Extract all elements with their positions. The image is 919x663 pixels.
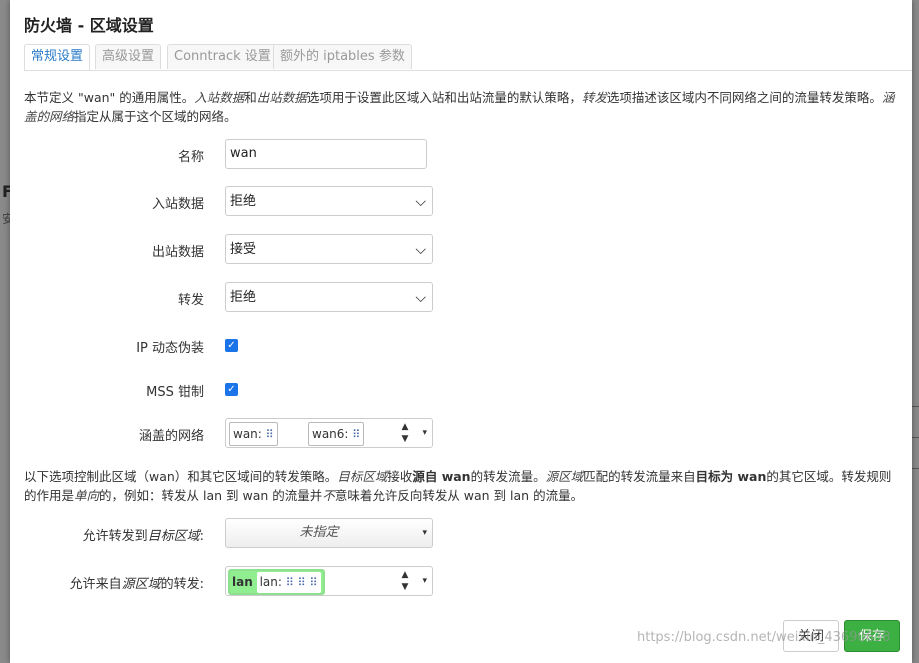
desc-text: 选项用于设置此区域入站和出站流量的默认策略， — [306, 90, 582, 105]
network-icon: ⠿ — [297, 575, 306, 589]
desc-text: 意味着允许反向转发从 wan 到 lan 的流量。 — [334, 488, 584, 503]
chip-label: wan: — [233, 427, 262, 441]
network-icon: ⠿ — [285, 575, 294, 589]
chevron-down-icon: ⌵ — [415, 194, 426, 210]
desc-em: 转发 — [581, 90, 607, 105]
covered-networks-select[interactable]: wan: ⠿ wan6: ⠿ ▲ ▼ ▾ — [225, 418, 433, 448]
dialog-title: 防火墙 - 区域设置 — [24, 16, 154, 35]
spinner-arrows[interactable]: ▲ ▼ — [398, 421, 412, 445]
desc-strong: 目标为 wan — [695, 469, 767, 484]
desc-text: 本节定义 "wan" 的通用属性。 — [24, 90, 195, 105]
tab-general[interactable]: 常规设置 — [24, 44, 91, 70]
desc-em: 入站数据 — [194, 90, 245, 105]
desc-text: 和 — [244, 90, 257, 105]
desc-text: 的，例如：转发从 lan 到 wan 的流量并 — [99, 488, 323, 503]
arrow-down-icon: ▼ — [401, 434, 409, 444]
input-policy-select[interactable]: 拒绝 ⌵ — [225, 186, 433, 216]
chip-label: wan6: — [312, 427, 349, 441]
label-text: 允许转发到 — [82, 529, 148, 544]
name-label: 名称 — [177, 150, 204, 165]
arrow-up-icon: ▲ — [401, 422, 409, 432]
desc-text: 选项描述该区域内不同网络之间的流量转发策略。 — [606, 90, 882, 105]
network-label: lan: — [259, 575, 282, 589]
forward-to-zones-select[interactable]: 未指定 ▾ — [225, 518, 433, 548]
covered-networks-label: 涵盖的网络 — [138, 429, 204, 444]
zone-settings-dialog: 防火墙 - 区域设置 常规设置 高级设置 Conntrack 设置 额外的 ip… — [10, 0, 912, 663]
masquerade-checkbox[interactable]: ✓ — [225, 339, 238, 352]
desc-text: 接收 — [387, 469, 413, 484]
label-em: 目标区域 — [147, 529, 200, 544]
desc-em: 目标区域 — [337, 469, 388, 484]
arrow-up-icon: ▲ — [401, 570, 409, 580]
watermark: https://blog.csdn.net/weixin_43690638 — [637, 630, 891, 645]
dropdown-caret-icon[interactable]: ▾ — [422, 419, 427, 447]
network-icon: ⠿ — [265, 427, 274, 441]
tab-extra-iptables[interactable]: 额外的 iptables 参数 — [273, 44, 412, 69]
network-chip-wan[interactable]: wan: ⠿ — [229, 422, 278, 446]
network-chip-wan6[interactable]: wan6: ⠿ — [308, 422, 365, 446]
forwarding-description: 以下选项控制此区域（wan）和其它区域间的转发策略。目标区域接收源自 wan的转… — [24, 467, 900, 505]
network-icon: ⠿ — [309, 575, 318, 589]
desc-em: 出站数据 — [256, 90, 307, 105]
input-policy-value: 拒绝 — [230, 194, 257, 209]
desc-em: 不 — [322, 488, 335, 503]
desc-text: 匹配的转发流量来自 — [583, 469, 696, 484]
zone-chip-lan[interactable]: lan lan: ⠿ ⠿ ⠿ — [228, 569, 325, 595]
label-em: 源区域 — [121, 577, 161, 592]
tab-advanced[interactable]: 高级设置 — [95, 44, 162, 69]
zone-name: lan — [232, 575, 253, 589]
tab-conntrack[interactable]: Conntrack 设置 — [167, 44, 278, 69]
check-icon: ✓ — [227, 384, 236, 395]
desc-text: 的转发流量。 — [470, 469, 546, 484]
forward-from-label: 允许来自源区域的转发: — [70, 573, 204, 592]
dropdown-caret-icon: ▾ — [422, 528, 427, 538]
mss-clamping-label: MSS 钳制 — [146, 385, 204, 400]
forward-policy-value: 拒绝 — [230, 290, 257, 305]
forward-from-zones-select[interactable]: lan lan: ⠿ ⠿ ⠿ ▲ ▼ ▾ — [225, 566, 433, 596]
label-text: 允许来自 — [69, 577, 122, 592]
tab-bar: 常规设置 高级设置 Conntrack 设置 额外的 iptables 参数 — [24, 44, 912, 71]
forward-policy-label: 转发 — [177, 293, 204, 308]
mss-clamping-checkbox[interactable]: ✓ — [225, 383, 238, 396]
output-policy-value: 接受 — [230, 242, 257, 257]
desc-strong: 源自 wan — [412, 469, 471, 484]
section-description: 本节定义 "wan" 的通用属性。入站数据和出站数据选项用于设置此区域入站和出站… — [24, 88, 900, 126]
background-right-strip — [912, 0, 919, 663]
output-policy-label: 出站数据 — [151, 245, 204, 260]
background-line — [912, 406, 919, 407]
chevron-down-icon: ⌵ — [415, 290, 426, 306]
desc-text: 以下选项控制此区域（wan）和其它区域间的转发策略。 — [24, 469, 338, 484]
arrow-down-icon: ▼ — [401, 582, 409, 592]
check-icon: ✓ — [227, 340, 236, 351]
desc-em: 源区域 — [545, 469, 584, 484]
background-left-strip: F 安 — [0, 0, 14, 663]
masquerade-label: IP 动态伪装 — [136, 341, 204, 356]
label-text: : — [199, 529, 204, 544]
desc-text: 指定从属于这个区域的网络。 — [74, 109, 237, 124]
network-icon: ⠿ — [352, 427, 361, 441]
spinner-arrows[interactable]: ▲ ▼ — [398, 569, 412, 593]
input-policy-label: 入站数据 — [151, 197, 204, 212]
label-text: 的转发: — [160, 577, 204, 592]
forward-policy-select[interactable]: 拒绝 ⌵ — [225, 282, 433, 312]
output-policy-select[interactable]: 接受 ⌵ — [225, 234, 433, 264]
desc-em: 单向 — [74, 488, 100, 503]
forward-to-value: 未指定 — [299, 525, 339, 540]
background-line — [912, 437, 919, 438]
zone-network-list: lan: ⠿ ⠿ ⠿ — [256, 572, 321, 593]
background-line — [912, 468, 919, 469]
forward-to-label: 允许转发到目标区域: — [83, 525, 204, 544]
chevron-down-icon: ⌵ — [415, 242, 426, 258]
name-input[interactable]: wan — [225, 139, 427, 169]
dropdown-caret-icon[interactable]: ▾ — [422, 567, 427, 595]
